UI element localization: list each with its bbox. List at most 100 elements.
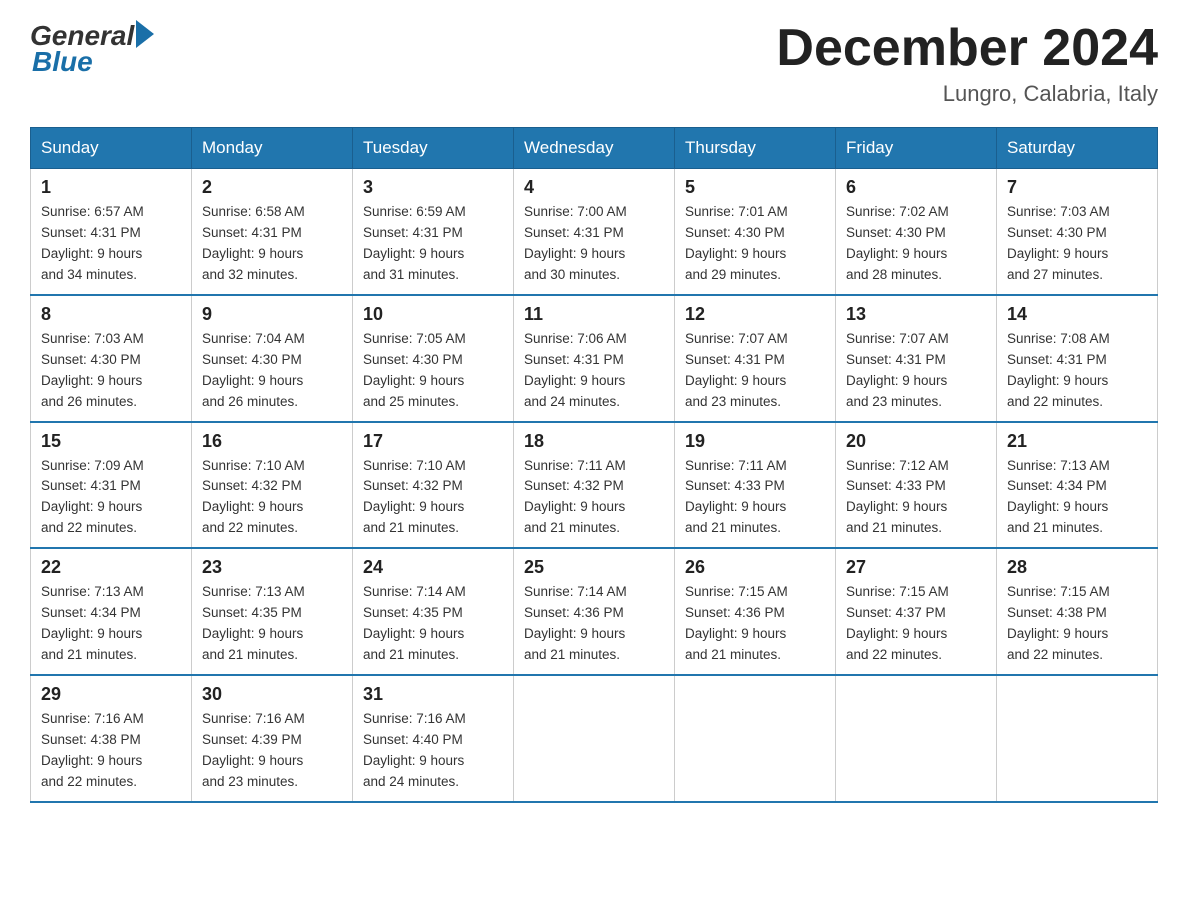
- day-number: 5: [685, 177, 825, 198]
- day-info: Sunrise: 7:13 AMSunset: 4:35 PMDaylight:…: [202, 584, 305, 662]
- day-info: Sunrise: 7:02 AMSunset: 4:30 PMDaylight:…: [846, 204, 949, 282]
- logo-blue-text: Blue: [30, 46, 93, 78]
- calendar-cell: 6 Sunrise: 7:02 AMSunset: 4:30 PMDayligh…: [836, 169, 997, 295]
- day-info: Sunrise: 7:03 AMSunset: 4:30 PMDaylight:…: [41, 331, 144, 409]
- calendar-cell: [675, 675, 836, 802]
- day-number: 23: [202, 557, 342, 578]
- day-info: Sunrise: 7:08 AMSunset: 4:31 PMDaylight:…: [1007, 331, 1110, 409]
- calendar-cell: 20 Sunrise: 7:12 AMSunset: 4:33 PMDaylig…: [836, 422, 997, 549]
- day-number: 26: [685, 557, 825, 578]
- calendar-cell: 4 Sunrise: 7:00 AMSunset: 4:31 PMDayligh…: [514, 169, 675, 295]
- calendar-cell: 9 Sunrise: 7:04 AMSunset: 4:30 PMDayligh…: [192, 295, 353, 422]
- day-number: 13: [846, 304, 986, 325]
- calendar-cell: 22 Sunrise: 7:13 AMSunset: 4:34 PMDaylig…: [31, 548, 192, 675]
- day-number: 31: [363, 684, 503, 705]
- title-block: December 2024 Lungro, Calabria, Italy: [776, 20, 1158, 107]
- day-info: Sunrise: 7:15 AMSunset: 4:38 PMDaylight:…: [1007, 584, 1110, 662]
- calendar-cell: 12 Sunrise: 7:07 AMSunset: 4:31 PMDaylig…: [675, 295, 836, 422]
- calendar-cell: 31 Sunrise: 7:16 AMSunset: 4:40 PMDaylig…: [353, 675, 514, 802]
- calendar-week-row: 15 Sunrise: 7:09 AMSunset: 4:31 PMDaylig…: [31, 422, 1158, 549]
- day-number: 4: [524, 177, 664, 198]
- day-number: 28: [1007, 557, 1147, 578]
- calendar-cell: 28 Sunrise: 7:15 AMSunset: 4:38 PMDaylig…: [997, 548, 1158, 675]
- day-info: Sunrise: 7:15 AMSunset: 4:36 PMDaylight:…: [685, 584, 788, 662]
- day-number: 25: [524, 557, 664, 578]
- day-number: 20: [846, 431, 986, 452]
- day-info: Sunrise: 7:13 AMSunset: 4:34 PMDaylight:…: [41, 584, 144, 662]
- day-info: Sunrise: 7:05 AMSunset: 4:30 PMDaylight:…: [363, 331, 466, 409]
- day-info: Sunrise: 7:11 AMSunset: 4:32 PMDaylight:…: [524, 458, 626, 536]
- day-info: Sunrise: 7:14 AMSunset: 4:36 PMDaylight:…: [524, 584, 627, 662]
- calendar-header-thursday: Thursday: [675, 128, 836, 169]
- location-text: Lungro, Calabria, Italy: [776, 81, 1158, 107]
- day-number: 18: [524, 431, 664, 452]
- calendar-cell: 18 Sunrise: 7:11 AMSunset: 4:32 PMDaylig…: [514, 422, 675, 549]
- logo-arrow-icon: [136, 20, 154, 48]
- calendar-cell: 26 Sunrise: 7:15 AMSunset: 4:36 PMDaylig…: [675, 548, 836, 675]
- day-info: Sunrise: 7:10 AMSunset: 4:32 PMDaylight:…: [363, 458, 466, 536]
- day-info: Sunrise: 7:16 AMSunset: 4:38 PMDaylight:…: [41, 711, 144, 789]
- day-info: Sunrise: 7:10 AMSunset: 4:32 PMDaylight:…: [202, 458, 305, 536]
- day-number: 7: [1007, 177, 1147, 198]
- calendar-cell: 29 Sunrise: 7:16 AMSunset: 4:38 PMDaylig…: [31, 675, 192, 802]
- calendar-week-row: 8 Sunrise: 7:03 AMSunset: 4:30 PMDayligh…: [31, 295, 1158, 422]
- day-info: Sunrise: 7:15 AMSunset: 4:37 PMDaylight:…: [846, 584, 949, 662]
- page-header: General Blue December 2024 Lungro, Calab…: [30, 20, 1158, 107]
- day-info: Sunrise: 7:14 AMSunset: 4:35 PMDaylight:…: [363, 584, 466, 662]
- day-info: Sunrise: 7:13 AMSunset: 4:34 PMDaylight:…: [1007, 458, 1110, 536]
- calendar-cell: 25 Sunrise: 7:14 AMSunset: 4:36 PMDaylig…: [514, 548, 675, 675]
- calendar-cell: 27 Sunrise: 7:15 AMSunset: 4:37 PMDaylig…: [836, 548, 997, 675]
- day-number: 9: [202, 304, 342, 325]
- calendar-cell: 10 Sunrise: 7:05 AMSunset: 4:30 PMDaylig…: [353, 295, 514, 422]
- calendar-header-row: SundayMondayTuesdayWednesdayThursdayFrid…: [31, 128, 1158, 169]
- calendar-cell: 24 Sunrise: 7:14 AMSunset: 4:35 PMDaylig…: [353, 548, 514, 675]
- calendar-header-wednesday: Wednesday: [514, 128, 675, 169]
- calendar-week-row: 29 Sunrise: 7:16 AMSunset: 4:38 PMDaylig…: [31, 675, 1158, 802]
- day-number: 15: [41, 431, 181, 452]
- day-info: Sunrise: 7:03 AMSunset: 4:30 PMDaylight:…: [1007, 204, 1110, 282]
- calendar-cell: [997, 675, 1158, 802]
- day-number: 6: [846, 177, 986, 198]
- day-info: Sunrise: 7:16 AMSunset: 4:39 PMDaylight:…: [202, 711, 305, 789]
- day-info: Sunrise: 7:16 AMSunset: 4:40 PMDaylight:…: [363, 711, 466, 789]
- calendar-week-row: 1 Sunrise: 6:57 AMSunset: 4:31 PMDayligh…: [31, 169, 1158, 295]
- day-number: 14: [1007, 304, 1147, 325]
- calendar-cell: 7 Sunrise: 7:03 AMSunset: 4:30 PMDayligh…: [997, 169, 1158, 295]
- day-number: 17: [363, 431, 503, 452]
- calendar-header-friday: Friday: [836, 128, 997, 169]
- calendar-cell: 15 Sunrise: 7:09 AMSunset: 4:31 PMDaylig…: [31, 422, 192, 549]
- day-number: 3: [363, 177, 503, 198]
- calendar-cell: 8 Sunrise: 7:03 AMSunset: 4:30 PMDayligh…: [31, 295, 192, 422]
- calendar-week-row: 22 Sunrise: 7:13 AMSunset: 4:34 PMDaylig…: [31, 548, 1158, 675]
- day-info: Sunrise: 7:01 AMSunset: 4:30 PMDaylight:…: [685, 204, 788, 282]
- day-number: 24: [363, 557, 503, 578]
- day-number: 10: [363, 304, 503, 325]
- calendar-table: SundayMondayTuesdayWednesdayThursdayFrid…: [30, 127, 1158, 802]
- logo: General Blue: [30, 20, 154, 78]
- calendar-cell: 30 Sunrise: 7:16 AMSunset: 4:39 PMDaylig…: [192, 675, 353, 802]
- day-info: Sunrise: 7:09 AMSunset: 4:31 PMDaylight:…: [41, 458, 144, 536]
- day-info: Sunrise: 6:59 AMSunset: 4:31 PMDaylight:…: [363, 204, 466, 282]
- calendar-cell: [514, 675, 675, 802]
- day-number: 11: [524, 304, 664, 325]
- calendar-cell: 17 Sunrise: 7:10 AMSunset: 4:32 PMDaylig…: [353, 422, 514, 549]
- day-number: 8: [41, 304, 181, 325]
- calendar-cell: 16 Sunrise: 7:10 AMSunset: 4:32 PMDaylig…: [192, 422, 353, 549]
- day-number: 19: [685, 431, 825, 452]
- day-info: Sunrise: 7:07 AMSunset: 4:31 PMDaylight:…: [846, 331, 949, 409]
- day-info: Sunrise: 6:57 AMSunset: 4:31 PMDaylight:…: [41, 204, 144, 282]
- calendar-header-sunday: Sunday: [31, 128, 192, 169]
- month-title: December 2024: [776, 20, 1158, 77]
- calendar-cell: 14 Sunrise: 7:08 AMSunset: 4:31 PMDaylig…: [997, 295, 1158, 422]
- calendar-cell: 5 Sunrise: 7:01 AMSunset: 4:30 PMDayligh…: [675, 169, 836, 295]
- calendar-cell: 23 Sunrise: 7:13 AMSunset: 4:35 PMDaylig…: [192, 548, 353, 675]
- day-info: Sunrise: 7:06 AMSunset: 4:31 PMDaylight:…: [524, 331, 627, 409]
- day-number: 29: [41, 684, 181, 705]
- day-number: 16: [202, 431, 342, 452]
- calendar-cell: 3 Sunrise: 6:59 AMSunset: 4:31 PMDayligh…: [353, 169, 514, 295]
- day-number: 1: [41, 177, 181, 198]
- calendar-cell: 2 Sunrise: 6:58 AMSunset: 4:31 PMDayligh…: [192, 169, 353, 295]
- calendar-cell: 1 Sunrise: 6:57 AMSunset: 4:31 PMDayligh…: [31, 169, 192, 295]
- day-number: 22: [41, 557, 181, 578]
- day-number: 27: [846, 557, 986, 578]
